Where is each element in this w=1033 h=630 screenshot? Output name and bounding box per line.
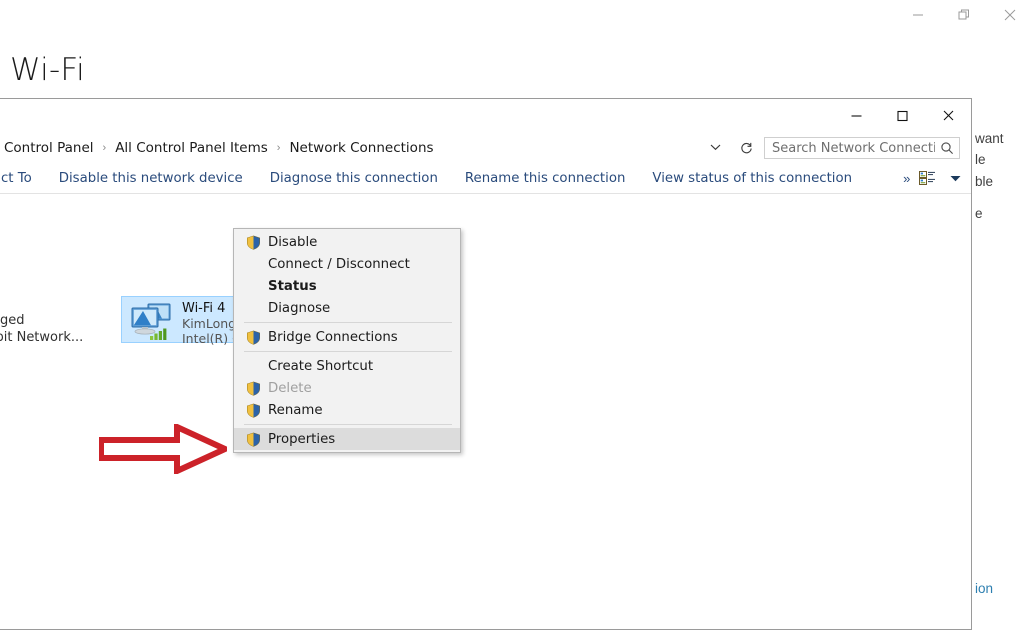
list-item-adapter-fragment: LM Gigabit Network...	[0, 330, 84, 345]
menu-item-label: Delete	[268, 380, 312, 396]
search-input[interactable]: Search Network Connections	[764, 137, 960, 159]
list-item-status-fragment: e unplugged	[0, 313, 25, 328]
close-icon[interactable]	[925, 100, 971, 131]
command-connect-to[interactable]: ct To	[1, 171, 32, 186]
settings-link-fragment[interactable]: ion	[975, 581, 993, 596]
menu-item-label: Diagnose	[268, 300, 331, 316]
menu-item-label: Bridge Connections	[268, 329, 398, 345]
menu-item-label: Connect / Disconnect	[268, 256, 410, 272]
menu-icon-placeholder	[238, 253, 268, 275]
menu-item-diagnose[interactable]: Diagnose	[234, 297, 460, 319]
address-bar-row: Control Panel › All Control Panel Items …	[0, 133, 971, 163]
menu-item-label: Status	[268, 278, 317, 294]
shield-icon	[238, 326, 268, 348]
view-options-icon[interactable]	[910, 165, 944, 191]
command-overflow-button[interactable]: »	[903, 171, 910, 186]
menu-separator	[244, 424, 452, 425]
menu-item-properties[interactable]: Properties	[234, 428, 460, 450]
network-window-title-bar	[0, 99, 971, 131]
search-icon[interactable]	[935, 141, 959, 155]
menu-icon-placeholder	[238, 355, 268, 377]
menu-item-create-shortcut[interactable]: Create Shortcut	[234, 355, 460, 377]
settings-caption-bar	[0, 0, 1033, 32]
breadcrumb-separator: ›	[102, 142, 107, 154]
red-arrow-pointing-right	[98, 422, 233, 476]
network-adapter-icon	[126, 300, 178, 342]
menu-item-label: Disable	[268, 234, 318, 250]
menu-item-status[interactable]: Status	[234, 275, 460, 297]
restore-icon[interactable]	[941, 0, 987, 30]
minimize-icon[interactable]	[833, 100, 879, 131]
menu-item-label: Create Shortcut	[268, 358, 374, 374]
shield-icon	[238, 428, 268, 450]
minimize-icon[interactable]	[895, 0, 941, 30]
chevron-down-icon[interactable]	[944, 165, 966, 191]
breadcrumb[interactable]: Control Panel › All Control Panel Items …	[1, 137, 728, 159]
menu-item-rename[interactable]: Rename	[234, 399, 460, 421]
settings-text-fragment: ble	[975, 174, 994, 189]
search-placeholder: Search Network Connections	[772, 140, 935, 156]
menu-item-bridge-connections[interactable]: Bridge Connections	[234, 326, 460, 348]
breadcrumb-item-control-panel[interactable]: Control Panel	[2, 140, 96, 156]
preview-pane-icon[interactable]	[966, 165, 971, 191]
menu-item-connect-disconnect[interactable]: Connect / Disconnect	[234, 253, 460, 275]
shield-icon	[238, 377, 268, 399]
menu-separator	[244, 351, 452, 352]
settings-text-fragment: e	[975, 206, 983, 221]
network-connections-list: e unplugged LM Gigabit Network...	[0, 194, 971, 629]
menu-separator	[244, 322, 452, 323]
menu-icon-placeholder	[238, 275, 268, 297]
breadcrumb-item-network-connections[interactable]: Network Connections	[287, 140, 435, 156]
menu-item-disable[interactable]: Disable	[234, 231, 460, 253]
command-bar: ct To Disable this network device Diagno…	[0, 163, 971, 194]
breadcrumb-separator: ›	[276, 142, 281, 154]
network-connections-window: Control Panel › All Control Panel Items …	[0, 98, 972, 630]
close-icon[interactable]	[987, 0, 1033, 30]
menu-item-label: Properties	[268, 431, 336, 447]
menu-item-delete: Delete	[234, 377, 460, 399]
menu-item-label: Rename	[268, 402, 323, 418]
command-diagnose-this-connection[interactable]: Diagnose this connection	[270, 171, 438, 186]
menu-icon-placeholder	[238, 297, 268, 319]
settings-text-fragment: want	[975, 131, 1004, 146]
chevron-down-icon[interactable]	[706, 143, 727, 154]
command-rename-this-connection[interactable]: Rename this connection	[465, 171, 626, 186]
shield-icon	[238, 231, 268, 253]
refresh-icon[interactable]	[734, 136, 758, 160]
shield-icon	[238, 399, 268, 421]
page-title: Wi-Fi	[10, 52, 85, 88]
command-disable-this-network-device[interactable]: Disable this network device	[59, 171, 243, 186]
maximize-icon[interactable]	[879, 100, 925, 131]
command-view-status-of-this-connection[interactable]: View status of this connection	[652, 171, 852, 186]
breadcrumb-item-all-control-panel-items[interactable]: All Control Panel Items	[113, 140, 270, 156]
settings-text-fragment: le	[975, 152, 986, 167]
context-menu[interactable]: Disable Connect / Disconnect Status Diag…	[233, 228, 461, 453]
